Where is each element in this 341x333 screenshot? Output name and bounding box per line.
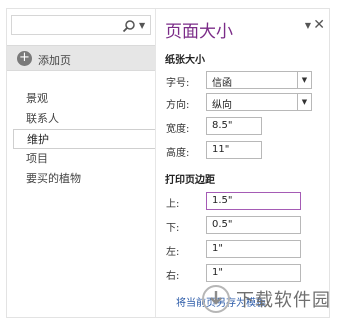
margin-top-row: 上: 1.5" <box>166 192 322 210</box>
height-input[interactable]: 11" <box>206 141 262 159</box>
chevron-down-icon[interactable]: ▼ <box>139 19 147 33</box>
add-page-button[interactable]: + 添加页 <box>7 45 155 71</box>
page-item[interactable]: 景观 <box>7 89 155 109</box>
search-box[interactable]: ▼ <box>11 15 151 35</box>
page-item[interactable]: 联系人 <box>7 109 155 129</box>
pane-options-icon[interactable]: ▼ <box>305 21 311 30</box>
onenote-window: ▼ + 添加页 景观 联系人 维护 项目 要买的植物 页面大小 ▼ ✕ 纸张大小… <box>6 8 330 318</box>
page-item-active[interactable]: 维护 <box>13 129 155 149</box>
margin-bottom-label: 下: <box>166 223 180 234</box>
width-row: 宽度: 8.5" <box>166 117 322 135</box>
margin-left-input[interactable]: 1" <box>206 240 301 258</box>
margin-top-label: 上: <box>166 199 180 210</box>
margin-right-label: 右: <box>166 271 180 282</box>
chevron-down-icon[interactable]: ▼ <box>297 72 311 88</box>
margin-top-input[interactable]: 1.5" <box>206 192 301 210</box>
chevron-down-icon[interactable]: ▼ <box>297 94 311 110</box>
margin-right-input[interactable]: 1" <box>206 264 301 282</box>
add-page-label: 添加页 <box>38 54 71 67</box>
search-icon[interactable] <box>122 19 136 33</box>
pane-title: 页面大小 <box>165 22 233 42</box>
orientation-select[interactable]: 纵向 ▼ <box>206 93 312 111</box>
paper-size-heading: 纸张大小 <box>165 55 205 66</box>
orientation-row: 方向: 纵向 ▼ <box>166 93 322 111</box>
size-select[interactable]: 信函 ▼ <box>206 71 312 89</box>
page-list: 景观 联系人 维护 项目 要买的植物 <box>7 89 155 189</box>
height-label: 高度: <box>166 148 190 159</box>
watermark-text: 下载软件园 <box>236 290 331 311</box>
size-label: 字号: <box>166 78 190 89</box>
page-size-pane: 页面大小 ▼ ✕ 纸张大小 字号: 信函 ▼ 方向: 纵向 ▼ 宽度: 8.5"… <box>155 9 329 317</box>
watermark: 下载软件园 <box>202 285 331 313</box>
orientation-label: 方向: <box>166 100 190 111</box>
width-input[interactable]: 8.5" <box>206 117 262 135</box>
margin-bottom-input[interactable]: 0.5" <box>206 216 301 234</box>
height-row: 高度: 11" <box>166 141 322 159</box>
plus-icon: + <box>17 51 32 66</box>
margin-right-row: 右: 1" <box>166 264 322 282</box>
orientation-value: 纵向 <box>212 100 232 111</box>
size-value: 信函 <box>212 78 232 89</box>
margin-left-label: 左: <box>166 247 180 258</box>
close-icon[interactable]: ✕ <box>313 17 325 33</box>
page-list-panel: ▼ + 添加页 景观 联系人 维护 项目 要买的植物 <box>7 9 155 317</box>
margins-heading: 打印页边距 <box>165 175 215 186</box>
page-item[interactable]: 要买的植物 <box>7 169 155 189</box>
margin-left-row: 左: 1" <box>166 240 322 258</box>
margin-bottom-row: 下: 0.5" <box>166 216 322 234</box>
page-item[interactable]: 项目 <box>7 149 155 169</box>
width-label: 宽度: <box>166 124 190 135</box>
download-logo-icon <box>202 285 230 313</box>
size-row: 字号: 信函 ▼ <box>166 71 322 89</box>
